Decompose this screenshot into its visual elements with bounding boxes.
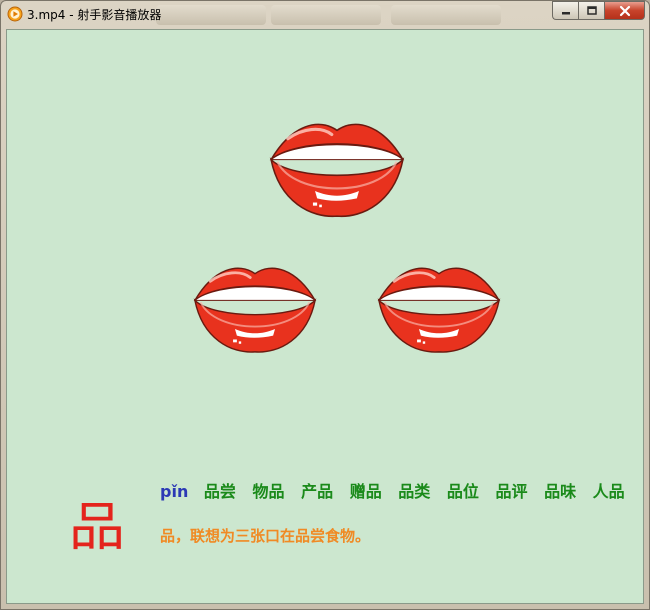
player-window: 3.mp4 - 射手影音播放器 品 pǐn 品尝 物品 产品 赠品 品类 品位 … [0, 0, 650, 610]
pinyin-label: pǐn [160, 482, 189, 501]
title-bar[interactable]: 3.mp4 - 射手影音播放器 [1, 1, 649, 27]
explanation-sentence: 品，联想为三张口在品尝食物。 [160, 527, 371, 545]
minimize-button[interactable] [552, 1, 578, 20]
lesson-character: 品 [68, 498, 126, 558]
window-controls [552, 1, 645, 21]
close-button[interactable] [604, 1, 645, 20]
video-area[interactable]: 品 pǐn 品尝 物品 产品 赠品 品类 品位 品评 品味 人品 品，联想为三张… [6, 29, 644, 604]
word-item: 赠品 [349, 482, 382, 501]
word-item: 品尝 [203, 482, 236, 501]
window-title: 3.mp4 - 射手影音播放器 [27, 8, 162, 22]
title-bar-decoration [271, 5, 381, 25]
word-item: 人品 [592, 482, 625, 501]
mouth-right-image [377, 252, 501, 364]
word-item: 品味 [544, 482, 577, 501]
word-item: 品评 [495, 482, 528, 501]
word-item: 物品 [252, 482, 285, 501]
maximize-icon [586, 5, 597, 15]
mouth-left-image [193, 252, 317, 364]
minimize-icon [561, 11, 570, 14]
title-bar-decoration [156, 5, 266, 25]
word-item: 品位 [446, 482, 479, 501]
close-icon [619, 5, 630, 16]
player-app-icon [7, 6, 23, 22]
word-list: pǐn 品尝 物品 产品 赠品 品类 品位 品评 品味 人品 [160, 478, 636, 502]
word-item: 产品 [301, 482, 334, 501]
title-bar-decoration [391, 5, 501, 25]
maximize-button[interactable] [578, 1, 604, 20]
mouth-top-image [269, 112, 405, 224]
word-item: 品类 [398, 482, 431, 501]
